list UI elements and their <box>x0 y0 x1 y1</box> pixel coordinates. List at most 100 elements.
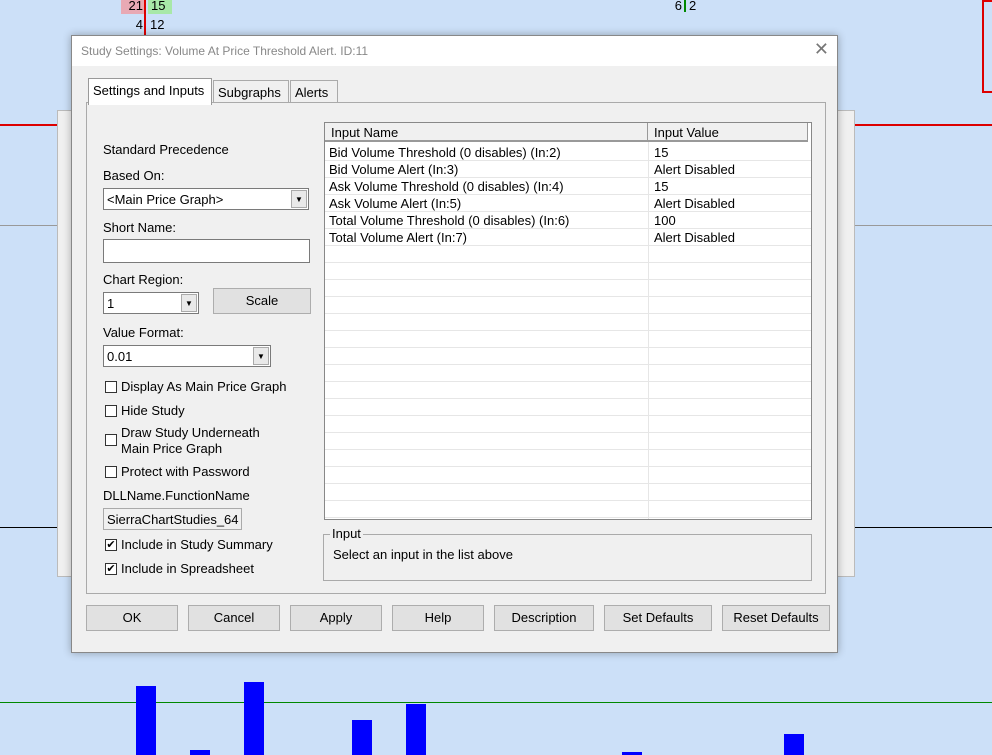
table-row[interactable] <box>325 382 811 399</box>
table-row[interactable]: Ask Volume Alert (In:5) Alert Disabled <box>325 195 811 212</box>
table-row[interactable] <box>325 263 811 280</box>
scale-button[interactable]: Scale <box>213 288 311 314</box>
draw-underneath-label-line2: Main Price Graph <box>121 441 223 456</box>
chart-region-select[interactable]: 1 ▼ <box>103 292 199 314</box>
chevron-down-icon[interactable]: ▼ <box>181 294 197 312</box>
table-row[interactable] <box>325 416 811 433</box>
include-spreadsheet-label: Include in Spreadsheet <box>121 561 254 576</box>
protect-password-checkbox[interactable] <box>105 466 117 478</box>
include-spreadsheet-checkbox[interactable]: ✔ <box>105 563 117 575</box>
input-value-cell[interactable]: 15 <box>654 145 668 160</box>
column-header-input-value[interactable]: Input Value <box>648 123 808 142</box>
hide-study-checkbox[interactable] <box>105 405 117 417</box>
volume-bar <box>136 686 156 755</box>
table-row[interactable] <box>325 467 811 484</box>
ask-volume-cell: 15 <box>148 0 172 14</box>
apply-button[interactable]: Apply <box>290 605 382 631</box>
chart-region-value: 1 <box>107 296 115 311</box>
inputs-grid[interactable]: Input Name Input Value Bid Volume Thresh… <box>324 122 812 520</box>
table-row[interactable] <box>325 399 811 416</box>
input-value-cell[interactable]: Alert Disabled <box>654 162 735 177</box>
table-row[interactable] <box>325 450 811 467</box>
value-format-label: Value Format: <box>103 325 184 340</box>
input-value-cell[interactable]: 100 <box>654 213 676 228</box>
dll-name-field[interactable]: SierraChartStudies_64 <box>103 508 242 530</box>
side-panel-box <box>982 0 992 93</box>
description-button[interactable]: Description <box>494 605 594 631</box>
bid-volume-cell: 4 <box>135 17 143 32</box>
ask-volume-cell: 2 <box>689 0 697 13</box>
chevron-down-icon[interactable]: ▼ <box>253 347 269 365</box>
include-summary-checkbox[interactable]: ✔ <box>105 539 117 551</box>
input-name-cell: Total Volume Alert (In:7) <box>329 230 468 245</box>
based-on-select[interactable]: <Main Price Graph> ▼ <box>103 188 309 210</box>
standard-precedence-label: Standard Precedence <box>103 142 229 157</box>
table-row[interactable] <box>325 501 811 518</box>
table-row[interactable] <box>325 297 811 314</box>
draw-underneath-label: Draw Study Underneath <box>121 425 260 440</box>
volume-bar <box>244 682 264 755</box>
tab-alerts[interactable]: Alerts <box>290 80 338 104</box>
volume-bar <box>406 704 426 755</box>
based-on-value: <Main Price Graph> <box>107 192 224 207</box>
price-bar <box>684 0 686 12</box>
tab-subgraphs[interactable]: Subgraphs <box>213 80 289 104</box>
table-row[interactable] <box>325 246 811 263</box>
bid-volume-cell: 6 <box>674 0 682 13</box>
protect-password-label: Protect with Password <box>121 464 250 479</box>
cancel-button[interactable]: Cancel <box>188 605 280 631</box>
table-row[interactable]: Bid Volume Alert (In:3) Alert Disabled <box>325 161 811 178</box>
value-format-value: 0.01 <box>107 349 133 364</box>
table-row[interactable] <box>325 348 811 365</box>
reset-defaults-button[interactable]: Reset Defaults <box>722 605 830 631</box>
help-button[interactable]: Help <box>392 605 484 631</box>
tab-settings-and-inputs[interactable]: Settings and Inputs <box>88 78 212 105</box>
hide-study-label: Hide Study <box>121 403 185 418</box>
dialog-title: Study Settings: Volume At Price Threshol… <box>72 36 837 66</box>
table-row[interactable]: Ask Volume Threshold (0 disables) (In:4)… <box>325 178 811 195</box>
display-as-main-checkbox[interactable] <box>105 381 117 393</box>
input-value-cell[interactable]: Alert Disabled <box>654 230 735 245</box>
input-value-cell[interactable]: 15 <box>654 179 668 194</box>
table-row[interactable]: Total Volume Alert (In:7) Alert Disabled <box>325 229 811 246</box>
value-format-select[interactable]: 0.01 ▼ <box>103 345 271 367</box>
table-row[interactable]: Total Volume Threshold (0 disables) (In:… <box>325 212 811 229</box>
table-row[interactable] <box>325 433 811 450</box>
price-bar <box>144 0 146 35</box>
table-row[interactable] <box>325 331 811 348</box>
table-row[interactable] <box>325 280 811 297</box>
input-name-cell: Ask Volume Alert (In:5) <box>329 196 462 211</box>
study-settings-dialog: Study Settings: Volume At Price Threshol… <box>71 35 838 653</box>
bid-volume-cell: 21 <box>121 0 145 14</box>
input-value-cell[interactable]: Alert Disabled <box>654 196 735 211</box>
display-as-main-label: Display As Main Price Graph <box>121 379 287 394</box>
table-row[interactable] <box>325 365 811 382</box>
settings-panel: Standard Precedence Based On: <Main Pric… <box>86 102 826 594</box>
input-name-cell: Ask Volume Threshold (0 disables) (In:4) <box>329 179 564 194</box>
short-name-input[interactable] <box>103 239 310 263</box>
chevron-down-icon[interactable]: ▼ <box>291 190 307 208</box>
volume-bar <box>190 750 210 755</box>
close-icon[interactable]: ✕ <box>814 39 829 60</box>
input-groupbox: Input Select an input in the list above <box>323 526 812 581</box>
include-summary-label: Include in Study Summary <box>121 537 273 552</box>
dll-name-label: DLLName.FunctionName <box>103 488 250 503</box>
input-name-cell: Bid Volume Threshold (0 disables) (In:2) <box>329 145 561 160</box>
volume-bar <box>352 720 372 755</box>
ask-volume-cell: 12 <box>150 17 165 32</box>
input-group-label: Input <box>330 526 363 541</box>
draw-underneath-checkbox[interactable] <box>105 434 117 446</box>
ok-button[interactable]: OK <box>86 605 178 631</box>
input-name-cell: Bid Volume Alert (In:3) <box>329 162 459 177</box>
table-row[interactable]: Bid Volume Threshold (0 disables) (In:2)… <box>325 144 811 161</box>
chart-region-label: Chart Region: <box>103 272 184 287</box>
table-row[interactable] <box>325 484 811 501</box>
input-description: Select an input in the list above <box>333 547 513 562</box>
input-name-cell: Total Volume Threshold (0 disables) (In:… <box>329 213 570 228</box>
based-on-label: Based On: <box>103 168 165 183</box>
volume-bar <box>784 734 804 755</box>
table-row[interactable] <box>325 314 811 331</box>
set-defaults-button[interactable]: Set Defaults <box>604 605 712 631</box>
column-header-input-name[interactable]: Input Name <box>325 123 648 142</box>
short-name-label: Short Name: <box>103 220 176 235</box>
